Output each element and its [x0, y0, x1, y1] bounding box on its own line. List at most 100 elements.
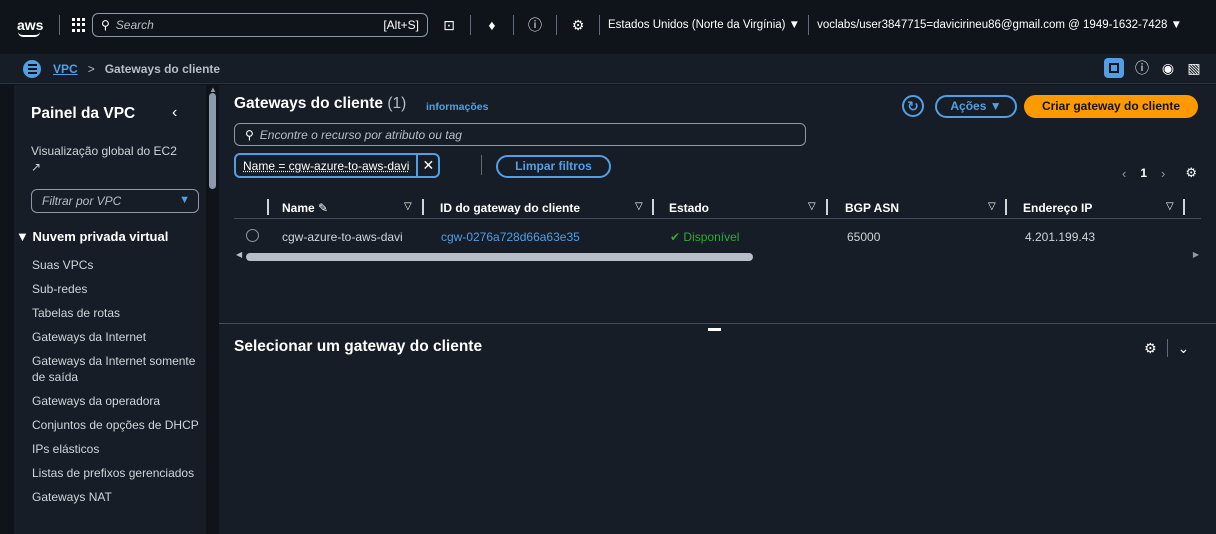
- column-header-ip[interactable]: Endereço IP: [1023, 201, 1092, 215]
- account-menu[interactable]: voclabs/user3847715=davicirineu86@gmail.…: [817, 19, 1182, 31]
- detail-panel-title: Selecionar um gateway do cliente: [234, 338, 483, 355]
- scroll-right-icon[interactable]: ▶: [1193, 250, 1199, 259]
- sidebar-section-vpc[interactable]: ▼ Nuvem privada virtual: [16, 229, 168, 244]
- scroll-left-icon[interactable]: ◀: [236, 250, 242, 259]
- chevron-down-icon[interactable]: ⌄: [1178, 340, 1190, 357]
- sort-icon[interactable]: ▽: [635, 201, 643, 212]
- search-icon: ⚲: [101, 18, 110, 32]
- cell-ip-address: 4.201.199.43: [1025, 230, 1096, 244]
- table-header: Name ✎ ▽ ID do gateway do cliente ▽ Esta…: [234, 197, 1201, 219]
- table-row[interactable]: cgw-azure-to-aws-davi cgw-0276a728d66a63…: [234, 226, 1201, 248]
- gear-icon[interactable]: ⚙: [565, 17, 591, 34]
- refresh-icon[interactable]: ↻: [902, 95, 924, 117]
- divider: [470, 15, 471, 35]
- breadcrumb-vpc-link[interactable]: VPC: [53, 62, 78, 76]
- close-icon[interactable]: ✕: [416, 155, 438, 176]
- divider: [1166, 339, 1168, 357]
- sidebar-item-subnets[interactable]: Sub-redes: [32, 281, 204, 297]
- cell-bgp-asn: 65000: [847, 230, 881, 244]
- column-divider: [267, 199, 269, 215]
- column-divider[interactable]: [652, 199, 654, 215]
- gear-icon[interactable]: ⚙: [1144, 340, 1157, 357]
- scrollbar-thumb[interactable]: [209, 93, 216, 189]
- split-panel-icon[interactable]: [1104, 58, 1124, 78]
- column-header-bgp-asn[interactable]: BGP ASN: [845, 201, 899, 215]
- scrollbar-thumb[interactable]: [246, 253, 753, 261]
- sort-icon[interactable]: ▽: [808, 201, 816, 212]
- sidebar-scrollbar[interactable]: ▲: [206, 85, 219, 534]
- column-header-id[interactable]: ID do gateway do cliente: [440, 201, 580, 215]
- region-selector[interactable]: Estados Unidos (Norte da Virgínia) ▼: [608, 19, 800, 31]
- chevron-right-icon[interactable]: ›: [1161, 166, 1165, 181]
- panel-icons: ⓘ ◉ ▧: [1104, 58, 1202, 78]
- edit-icon: ✎: [318, 201, 329, 215]
- chevron-left-icon[interactable]: ‹: [172, 104, 177, 122]
- help-icon[interactable]: ⓘ: [522, 15, 548, 35]
- bell-icon[interactable]: ♦: [479, 17, 505, 33]
- cell-gateway-id-link[interactable]: cgw-0276a728d66a63e35: [441, 230, 580, 244]
- pagination: ‹ 1 › ⚙: [1122, 165, 1197, 181]
- page-number[interactable]: 1: [1140, 166, 1147, 180]
- sidebar-item-egress-only-gateways[interactable]: Gateways da Internet somente de saída: [32, 353, 204, 385]
- sidebar-item-internet-gateways[interactable]: Gateways da Internet: [32, 329, 204, 345]
- global-search-input[interactable]: ⚲ Search [Alt+S]: [92, 13, 428, 37]
- detail-panel-controls: ⚙ ⌄: [1144, 339, 1189, 357]
- search-placeholder: Search: [115, 18, 154, 32]
- column-divider[interactable]: [826, 199, 828, 215]
- resource-search-placeholder: Encontre o recurso por atributo ou tag: [259, 127, 462, 142]
- check-circle-icon: ✔: [670, 230, 681, 244]
- page-title-text: Gateways do cliente: [234, 95, 384, 112]
- aws-logo[interactable]: aws: [17, 18, 51, 37]
- top-navigation-bar: aws ⚲ Search [Alt+S] ⊡ ♦ ⓘ ⚙ Estados Uni…: [0, 8, 1216, 42]
- vpc-filter-placeholder: Filtrar por VPC: [42, 194, 122, 208]
- sidebar-item-dhcp-options[interactable]: Conjuntos de opções de DHCP: [32, 417, 204, 433]
- cloudshell-icon[interactable]: ⊡: [436, 17, 462, 34]
- row-radio[interactable]: [246, 229, 259, 242]
- global-view-label: Visualização global do EC2: [31, 144, 177, 158]
- external-link-icon: ↗: [31, 160, 42, 174]
- sidebar-item-your-vpcs[interactable]: Suas VPCs: [32, 257, 204, 273]
- chevron-left-icon[interactable]: ‹: [1122, 166, 1126, 181]
- sidebar-item-route-tables[interactable]: Tabelas de rotas: [32, 305, 204, 321]
- gear-icon[interactable]: ⚙: [1185, 165, 1197, 181]
- sort-icon[interactable]: ▽: [404, 201, 412, 212]
- resize-handle[interactable]: [708, 328, 721, 331]
- search-icon: ⚲: [245, 127, 254, 142]
- feedback-icon[interactable]: ▧: [1186, 60, 1202, 77]
- sort-icon[interactable]: ▽: [988, 201, 996, 212]
- sidebar-item-carrier-gateways[interactable]: Gateways da operadora: [32, 393, 204, 409]
- sidebar-items: Suas VPCs Sub-redes Tabelas de rotas Gat…: [32, 257, 204, 513]
- table-horizontal-scrollbar[interactable]: ◀ ▶: [234, 250, 1201, 262]
- vpc-filter-select[interactable]: Filtrar por VPC ▼: [31, 189, 199, 213]
- resource-search-input[interactable]: ⚲ Encontre o recurso por atributo ou tag: [234, 123, 806, 146]
- filter-token: Name = cgw-azure-to-aws-davi ✕: [234, 153, 441, 178]
- menu-icon[interactable]: [23, 59, 41, 78]
- result-count: (1): [387, 95, 407, 112]
- sidebar-item-prefix-lists[interactable]: Listas de prefixos gerenciados: [32, 465, 204, 481]
- create-gateway-button[interactable]: Criar gateway do cliente: [1024, 95, 1198, 118]
- divider: [481, 155, 482, 175]
- column-divider[interactable]: [422, 199, 424, 215]
- sidebar-item-elastic-ips[interactable]: IPs elásticos: [32, 441, 204, 457]
- sidebar-item-nat-gateways[interactable]: Gateways NAT: [32, 489, 204, 505]
- column-header-state[interactable]: Estado: [669, 201, 709, 215]
- divider: [513, 15, 514, 35]
- filter-token-label[interactable]: Name = cgw-azure-to-aws-davi: [236, 159, 416, 173]
- info-link[interactable]: informações: [426, 101, 488, 113]
- main-content: Gateways do cliente (1) informações ↻ Aç…: [219, 85, 1216, 534]
- services-grid-icon[interactable]: [72, 18, 86, 32]
- column-divider[interactable]: [1005, 199, 1007, 215]
- column-name-label: Name: [282, 201, 315, 215]
- info-icon[interactable]: ⓘ: [1134, 58, 1150, 78]
- cell-name: cgw-azure-to-aws-davi: [282, 230, 403, 244]
- divider: [59, 15, 60, 35]
- column-header-name[interactable]: Name ✎: [282, 201, 328, 215]
- caret-down-icon: ▼: [179, 194, 190, 206]
- column-divider[interactable]: [1183, 199, 1185, 215]
- actions-button[interactable]: Ações ▼: [935, 95, 1017, 118]
- sidebar-item-global-view[interactable]: Visualização global do EC2 ↗: [31, 143, 201, 175]
- clear-filters-button[interactable]: Limpar filtros: [496, 155, 611, 178]
- settings-cog-icon[interactable]: ◉: [1160, 60, 1176, 77]
- sort-icon[interactable]: ▽: [1166, 201, 1174, 212]
- chevron-right-icon: >: [87, 61, 95, 76]
